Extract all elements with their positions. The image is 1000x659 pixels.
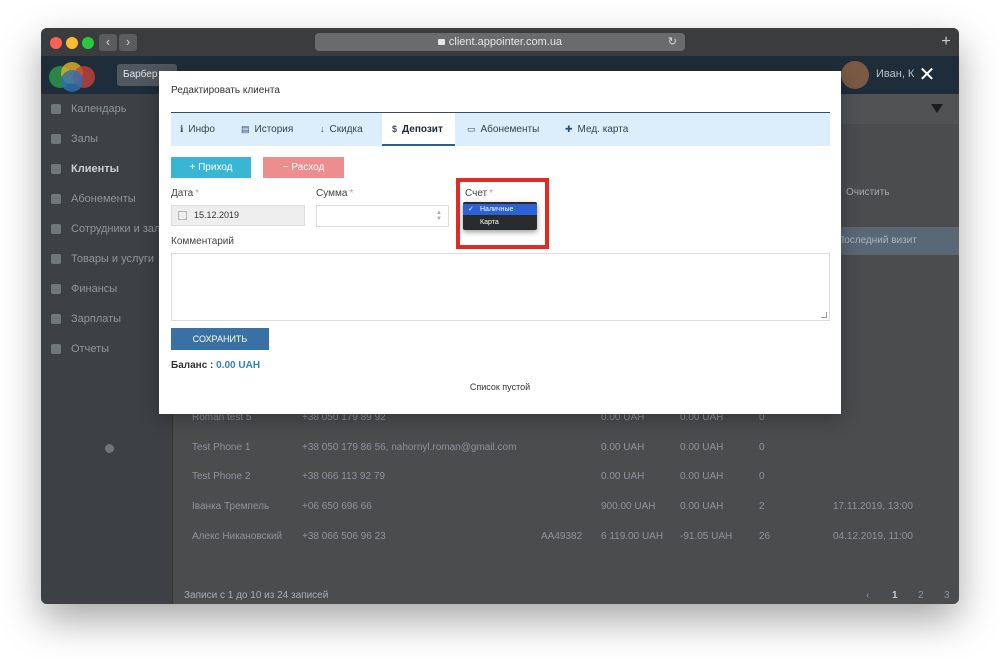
maximize-window-button[interactable] <box>82 37 94 49</box>
tab-subscriptions[interactable]: ▭ Абонементы <box>467 113 539 146</box>
pager-page-1[interactable]: 1 <box>892 590 898 601</box>
money-icon <box>51 284 61 294</box>
sidebar-item-goods[interactable]: Товары и услуги <box>41 244 173 274</box>
arrow-down-icon: ↓ <box>320 124 325 134</box>
empty-list-text: Список пустой <box>469 382 531 392</box>
pager-prev[interactable]: ‹ <box>866 590 869 601</box>
close-modal-button[interactable]: ✕ <box>918 65 936 85</box>
back-button[interactable]: ‹ <box>99 34 117 51</box>
resize-handle[interactable] <box>821 312 827 318</box>
sidebar-item-calendar[interactable]: Календарь <box>41 94 173 124</box>
table-row[interactable]: Алекс Никановский +38 066 506 96 23 AA49… <box>174 523 959 553</box>
sidebar: Календарь Залы Клиенты Абонементы Сотруд… <box>41 94 173 604</box>
stepper-arrows-icon[interactable]: ▲ ▼ <box>436 210 442 222</box>
table-row[interactable]: Test Phone 2 +38 066 113 92 79 0.00 UAH … <box>174 463 959 493</box>
sum-label: Сумма * <box>316 188 354 199</box>
sidebar-item-salaries[interactable]: Зарплаты <box>41 304 173 334</box>
account-option-card[interactable]: Карта <box>463 217 537 228</box>
wallet-icon <box>51 314 61 324</box>
sum-field[interactable]: ▲ ▼ <box>316 205 449 227</box>
collapse-sidebar-icon[interactable] <box>105 444 114 453</box>
dollar-icon: $ <box>392 124 398 134</box>
filter-icon[interactable] <box>931 104 943 113</box>
date-field[interactable]: 15.12.2019 <box>171 205 305 226</box>
tab-deposit[interactable]: $ Депозит <box>382 113 455 146</box>
balance-value: 0.00 UAH <box>216 360 261 371</box>
minus-icon: − <box>282 162 289 173</box>
tab-discount[interactable]: ↓ Скидка <box>320 113 363 146</box>
sidebar-item-clients[interactable]: Клиенты <box>41 154 173 184</box>
expense-button[interactable]: − Расход <box>263 157 344 178</box>
url-text: client.appointer.com.ua <box>448 36 563 48</box>
pager-page-3[interactable]: 3 <box>944 590 950 601</box>
calendar-icon <box>51 104 61 114</box>
tab-medical-card[interactable]: ✚ Мед. карта <box>565 113 628 146</box>
forward-button[interactable]: › <box>119 34 137 51</box>
sidebar-item-finance[interactable]: Финансы <box>41 274 173 304</box>
balance: Баланс : 0.00 UAH <box>171 360 261 371</box>
sidebar-item-halls[interactable]: Залы <box>41 124 173 154</box>
sidebar-item-subscriptions[interactable]: Абонементы <box>41 184 173 214</box>
ticket-icon <box>51 194 61 204</box>
date-label: Дата * <box>171 188 200 199</box>
avatar[interactable] <box>841 61 869 89</box>
chart-icon <box>51 344 61 354</box>
minimize-window-button[interactable] <box>66 37 78 49</box>
users-icon <box>51 164 61 174</box>
clear-filter-link[interactable]: Очистить <box>846 187 890 198</box>
reload-icon[interactable]: ↻ <box>668 33 677 51</box>
cart-icon <box>51 254 61 264</box>
user-name[interactable]: Иван, К <box>876 68 914 80</box>
card-icon: ▭ <box>467 124 476 134</box>
pager-page-2[interactable]: 2 <box>918 590 924 601</box>
tab-info[interactable]: ℹ Инфо <box>180 113 215 146</box>
browser-titlebar: ‹ › client.appointer.com.ua ↻ + <box>41 28 959 56</box>
modal-title: Редактировать клиента <box>171 85 280 96</box>
comment-textarea[interactable] <box>171 253 830 321</box>
calendar-icon <box>178 211 187 220</box>
save-button[interactable]: СОХРАНИТЬ <box>171 328 269 350</box>
lock-icon <box>437 39 445 45</box>
account-option-cash[interactable]: ✓ Наличные <box>463 204 537 215</box>
bookmark-icon <box>51 134 61 144</box>
tab-history[interactable]: ▤ История <box>241 113 293 146</box>
sidebar-item-reports[interactable]: Отчеты <box>41 334 173 364</box>
info-icon: ℹ <box>180 124 184 134</box>
table-row[interactable]: Test Phone 1 +38 050 179 86 56, nahornyl… <box>174 434 959 464</box>
plus-square-icon: ✚ <box>565 124 573 134</box>
records-info: Записи с 1 до 10 из 24 записей <box>184 590 329 601</box>
new-tab-button[interactable]: + <box>937 32 955 52</box>
account-dropdown[interactable]: ✓ Наличные Карта <box>463 202 537 230</box>
app-logo <box>47 60 102 92</box>
sidebar-item-staff[interactable]: Сотрудники и залы <box>41 214 173 244</box>
table-row[interactable]: Іванка Тремпель +06 650 696 66 900.00 UA… <box>174 493 959 523</box>
last-visit-header[interactable]: Последний визит <box>829 227 959 255</box>
comment-label: Комментарий <box>171 236 234 247</box>
address-bar[interactable]: client.appointer.com.ua ↻ <box>315 33 685 51</box>
plus-icon: + <box>189 162 196 173</box>
close-window-button[interactable] <box>50 37 62 49</box>
briefcase-icon <box>51 224 61 234</box>
check-icon: ✓ <box>468 206 474 213</box>
modal-tabs: ℹ Инфо ▤ История ↓ Скидка $ Депозит ▭ Абонеме… <box>171 112 830 146</box>
history-icon: ▤ <box>241 124 250 134</box>
income-button[interactable]: + Приход <box>171 157 251 178</box>
